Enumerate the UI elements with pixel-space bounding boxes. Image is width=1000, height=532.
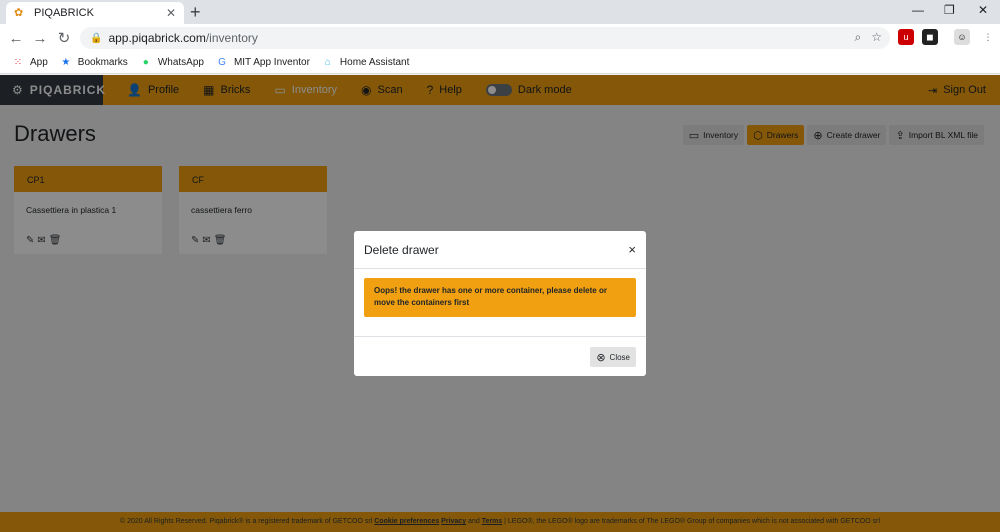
forward-icon[interactable]: → (28, 30, 52, 47)
bookmark-bookmarks[interactable]: ★ Bookmarks (60, 57, 128, 69)
warning-alert: Oops! the drawer has one or more contain… (364, 278, 636, 317)
home-assistant-icon: ⌂ (324, 56, 331, 68)
modal-title: Delete drawer (364, 242, 439, 257)
close-icon[interactable]: × (628, 242, 636, 257)
modal-header: Delete drawer × (354, 231, 646, 269)
zoom-star-icons[interactable]: ⌕ ☆ (855, 30, 882, 45)
window-close-icon[interactable]: ✕ (978, 3, 988, 17)
delete-drawer-modal: Delete drawer × Oops! the drawer has one… (354, 231, 646, 376)
restore-icon[interactable]: ❐ (944, 3, 955, 17)
close-button[interactable]: ⊗ Close (590, 347, 636, 367)
extension-icon[interactable]: ◼ (922, 29, 938, 45)
bookmark-home-assistant[interactable]: ⌂ Home Assistant (322, 56, 410, 69)
profile-avatar-icon[interactable]: ☺ (954, 29, 970, 45)
new-tab-icon[interactable]: + (190, 2, 201, 23)
bookmarks-bar: ⁙ App ★ Bookmarks ● WhatsApp G MIT App Inven… (0, 52, 1000, 74)
url-path: /inventory (205, 31, 258, 45)
url-host: app.piqabrick.com (108, 31, 206, 45)
modal-footer: ⊗ Close (354, 336, 646, 376)
address-bar: ← → ↻ 🔒 app.piqabrick.com/inventory ⌕ ☆ (0, 24, 1000, 52)
x-circle-icon: ⊗ (596, 351, 606, 364)
bookmark-mit-app-inventor[interactable]: G MIT App Inventor (216, 57, 310, 69)
browser-tab[interactable]: ✿ PIQABRICK ✕ (6, 2, 184, 24)
browser-tabbar: ✿ PIQABRICK ✕ + — ❐ ✕ (0, 0, 1000, 24)
google-icon: G (218, 56, 226, 68)
piqabrick-favicon-icon: ✿ (14, 7, 24, 19)
whatsapp-icon: ● (142, 56, 149, 68)
lock-icon: 🔒 (90, 32, 103, 44)
apps-grid-icon: ⁙ (13, 56, 23, 68)
menu-kebab-icon[interactable]: ⋮ (980, 29, 996, 45)
minimize-icon[interactable]: — (912, 3, 924, 17)
ublock-extension-icon[interactable]: u (898, 29, 914, 45)
star-icon: ★ (61, 56, 71, 68)
tab-title: PIQABRICK (34, 7, 94, 19)
bookmark-apps[interactable]: ⁙ App (12, 57, 48, 69)
tab-close-icon[interactable]: ✕ (166, 6, 176, 20)
reload-icon[interactable]: ↻ (52, 29, 76, 47)
back-icon[interactable]: ← (4, 30, 28, 47)
bookmark-whatsapp[interactable]: ● WhatsApp (140, 57, 204, 69)
url-input[interactable]: 🔒 app.piqabrick.com/inventory ⌕ ☆ (80, 27, 890, 49)
